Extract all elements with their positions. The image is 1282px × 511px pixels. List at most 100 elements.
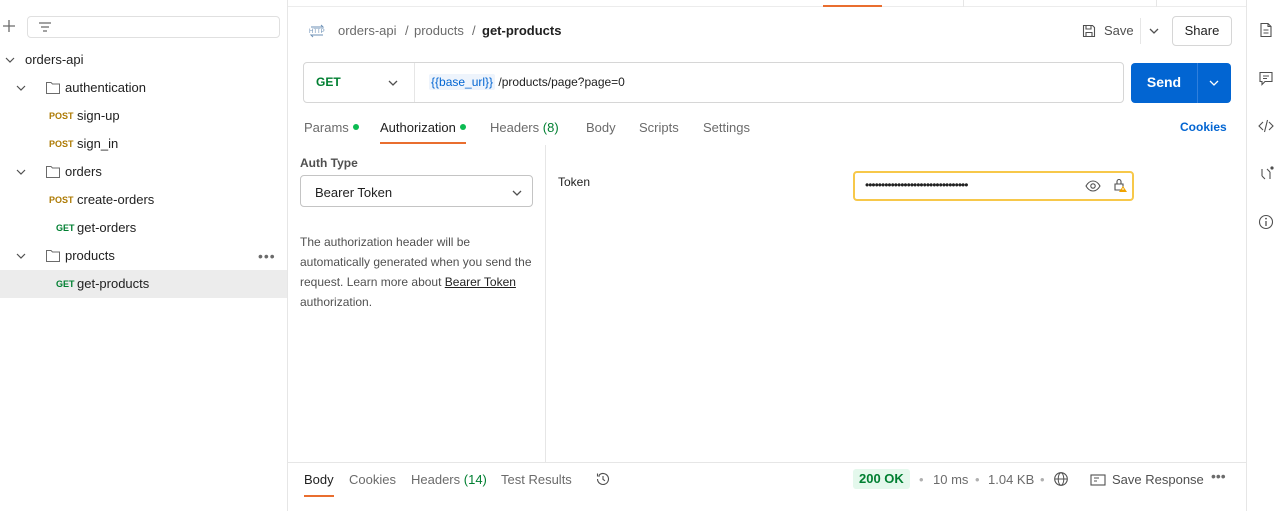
sidebar: orders-api authentication POST sign-up P… bbox=[0, 0, 288, 511]
tree-item-label: orders bbox=[65, 164, 102, 179]
tree-item-create-orders[interactable]: POST create-orders bbox=[0, 186, 287, 214]
active-tab-indicator bbox=[304, 495, 334, 497]
chevron-down-icon bbox=[512, 190, 522, 196]
url-path: /products/page?page=0 bbox=[498, 75, 625, 89]
token-value: •••••••••••••••••••••••••••••••• bbox=[865, 178, 968, 192]
status-dot bbox=[459, 124, 466, 130]
tab-body[interactable]: Body bbox=[586, 120, 616, 135]
tab-headers[interactable]: Headers (8) bbox=[490, 120, 559, 135]
chevron-down-icon[interactable] bbox=[5, 55, 15, 65]
url-bar: GET {{base_url}} /products/page?page=0 bbox=[303, 62, 1124, 103]
code-icon[interactable] bbox=[1258, 118, 1274, 134]
url-variable[interactable]: {{base_url}} bbox=[429, 74, 496, 90]
history-icon[interactable] bbox=[595, 471, 611, 487]
share-button[interactable]: Share bbox=[1172, 16, 1232, 46]
more-options-icon[interactable]: ••• bbox=[1211, 468, 1226, 484]
tree-item-orders-api[interactable]: orders-api bbox=[0, 46, 287, 74]
response-tab-test-results[interactable]: Test Results bbox=[501, 472, 572, 487]
token-input[interactable]: •••••••••••••••••••••••••••••••• bbox=[853, 171, 1134, 201]
sidebar-toolbar bbox=[0, 8, 288, 48]
auth-type-label: Auth Type bbox=[300, 156, 358, 170]
globe-icon[interactable] bbox=[1053, 471, 1069, 487]
tree-item-orders[interactable]: orders bbox=[0, 158, 287, 186]
tree-item-get-orders[interactable]: GET get-orders bbox=[0, 214, 287, 242]
auth-description: The authorization header will be automat… bbox=[300, 232, 540, 312]
status-dot bbox=[352, 124, 359, 130]
chevron-down-icon[interactable] bbox=[16, 251, 26, 261]
tab-scripts[interactable]: Scripts bbox=[639, 120, 679, 135]
tab-label: Headers bbox=[411, 472, 461, 487]
send-button[interactable]: Send bbox=[1131, 63, 1231, 103]
token-label: Token bbox=[558, 175, 591, 189]
method-badge: POST bbox=[49, 139, 74, 149]
separator: • bbox=[919, 472, 924, 487]
breadcrumb-separator: / bbox=[405, 23, 409, 38]
save-label: Save bbox=[1104, 23, 1134, 38]
tree-item-label: get-products bbox=[77, 276, 150, 291]
more-options-icon[interactable]: ••• bbox=[258, 242, 276, 270]
url-input[interactable]: {{base_url}} /products/page?page=0 bbox=[429, 74, 625, 90]
chevron-down-icon bbox=[388, 80, 398, 86]
collection-tree: orders-api authentication POST sign-up P… bbox=[0, 46, 287, 298]
chevron-down-icon[interactable] bbox=[16, 167, 26, 177]
bearer-token-link[interactable]: Bearer Token bbox=[445, 275, 516, 289]
folder-icon bbox=[46, 250, 60, 262]
auth-type-panel: Auth Type Bearer Token The authorization… bbox=[288, 145, 546, 462]
tab-settings[interactable]: Settings bbox=[703, 120, 750, 135]
svg-text:HTTP: HTTP bbox=[309, 29, 325, 35]
method-badge: POST bbox=[49, 111, 74, 121]
tree-item-products[interactable]: products ••• bbox=[0, 242, 287, 270]
save-icon bbox=[1082, 24, 1096, 38]
save-dropdown-button[interactable] bbox=[1140, 18, 1166, 44]
auth-type-value: Bearer Token bbox=[315, 185, 393, 200]
eye-icon[interactable] bbox=[1085, 179, 1101, 193]
separator: • bbox=[975, 472, 980, 487]
auth-type-select[interactable]: Bearer Token bbox=[300, 175, 533, 207]
method-value: GET bbox=[316, 75, 341, 89]
response-bar: Body Cookies Headers (14) Test Results 2… bbox=[288, 462, 1246, 511]
tab-label: Params bbox=[304, 120, 349, 135]
tree-item-label: get-orders bbox=[77, 220, 137, 235]
chevron-down-icon[interactable] bbox=[16, 83, 26, 93]
auth-desc-text: authorization. bbox=[300, 295, 373, 309]
documentation-icon[interactable] bbox=[1258, 22, 1274, 38]
active-tab-indicator bbox=[380, 142, 466, 144]
app-window: orders-api authentication POST sign-up P… bbox=[0, 0, 1282, 511]
tab-params[interactable]: Params bbox=[304, 120, 359, 135]
tree-item-sign-in[interactable]: POST sign_in bbox=[0, 130, 287, 158]
tab-count: (14) bbox=[463, 472, 487, 487]
chevron-down-icon[interactable] bbox=[1209, 78, 1219, 88]
filter-input[interactable] bbox=[27, 16, 280, 38]
related-collections-icon[interactable] bbox=[1258, 166, 1274, 182]
save-response-icon bbox=[1090, 474, 1106, 486]
send-divider bbox=[1197, 63, 1198, 103]
right-rail bbox=[1246, 0, 1282, 511]
response-size[interactable]: 1.04 KB bbox=[988, 472, 1034, 487]
response-tab-body[interactable]: Body bbox=[304, 472, 334, 487]
response-tab-cookies[interactable]: Cookies bbox=[349, 472, 396, 487]
method-select[interactable]: GET bbox=[304, 63, 415, 102]
tree-item-sign-up[interactable]: POST sign-up bbox=[0, 102, 287, 130]
cookies-link[interactable]: Cookies bbox=[1180, 120, 1227, 134]
comments-icon[interactable] bbox=[1258, 70, 1274, 86]
tree-item-label: sign_in bbox=[77, 136, 119, 151]
method-badge: GET bbox=[56, 223, 75, 233]
save-response-label: Save Response bbox=[1112, 472, 1204, 487]
tab-authorization[interactable]: Authorization bbox=[380, 120, 466, 135]
tree-item-get-products[interactable]: GET get-products bbox=[0, 270, 287, 298]
breadcrumb-request[interactable]: get-products bbox=[482, 20, 561, 42]
breadcrumb-folder[interactable]: products bbox=[414, 20, 464, 42]
tree-item-label: authentication bbox=[65, 80, 146, 95]
tab-label: Headers bbox=[490, 120, 540, 135]
tree-item-label: create-orders bbox=[77, 192, 155, 207]
status-badge[interactable]: 200 OK bbox=[853, 469, 910, 489]
tab-divider bbox=[1156, 0, 1157, 7]
tree-item-authentication[interactable]: authentication bbox=[0, 74, 287, 102]
method-badge: POST bbox=[49, 195, 74, 205]
response-tab-headers[interactable]: Headers (14) bbox=[411, 472, 487, 487]
plus-icon[interactable] bbox=[1, 18, 17, 34]
breadcrumb-collection[interactable]: orders-api bbox=[338, 20, 397, 42]
response-time[interactable]: 10 ms bbox=[933, 472, 968, 487]
lock-warning-icon[interactable] bbox=[1112, 177, 1128, 193]
info-icon[interactable] bbox=[1258, 214, 1274, 230]
